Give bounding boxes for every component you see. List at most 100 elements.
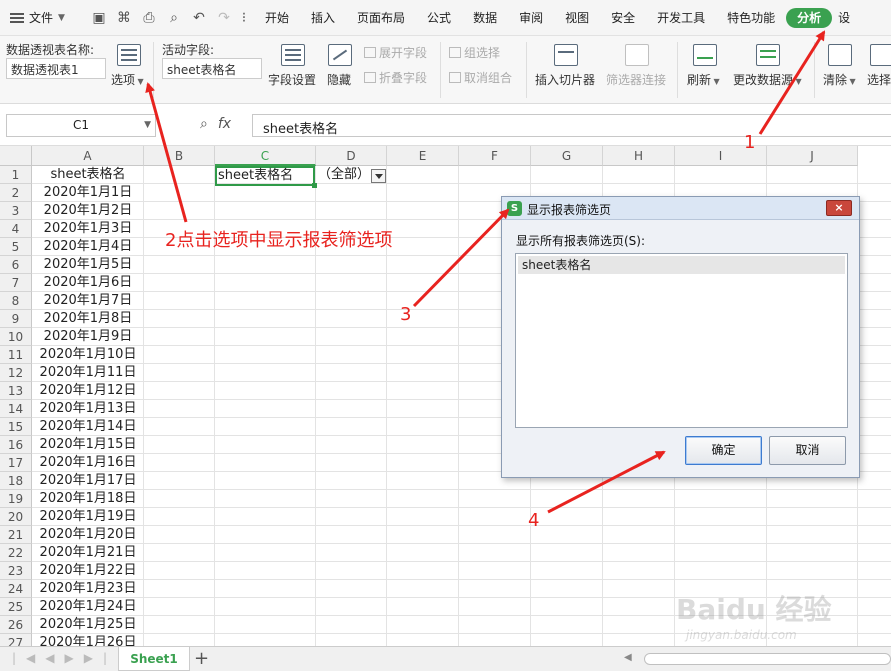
column-header-f[interactable]: F bbox=[459, 146, 531, 166]
cell-a[interactable]: 2020年1月5日 bbox=[32, 256, 144, 274]
row-header[interactable]: 1 bbox=[0, 166, 32, 184]
tab-special-features[interactable]: 特色功能 bbox=[716, 0, 786, 36]
select-button[interactable]: 选择 bbox=[867, 71, 891, 88]
column-header-d[interactable]: D bbox=[316, 146, 387, 166]
column-header-e[interactable]: E bbox=[387, 146, 459, 166]
tab-view[interactable]: 视图 bbox=[554, 0, 600, 36]
row-header[interactable]: 24 bbox=[0, 580, 32, 598]
cell-a[interactable]: 2020年1月23日 bbox=[32, 580, 144, 598]
collapse-field-button[interactable]: 折叠字段 bbox=[364, 69, 427, 86]
pivot-name-input[interactable]: 数据透视表1 bbox=[6, 58, 106, 79]
row-header[interactable]: 10 bbox=[0, 328, 32, 346]
column-header-g[interactable]: G bbox=[531, 146, 603, 166]
row-header[interactable]: 14 bbox=[0, 400, 32, 418]
column-header-c[interactable]: C bbox=[215, 146, 316, 166]
select-icon[interactable] bbox=[870, 44, 891, 66]
cell-a[interactable]: sheet表格名 bbox=[32, 166, 144, 184]
row-header[interactable]: 21 bbox=[0, 526, 32, 544]
name-box[interactable]: C1 ▼ bbox=[6, 114, 156, 137]
ok-button[interactable]: 确定 bbox=[685, 436, 762, 465]
cell-c1-selected[interactable]: sheet表格名 bbox=[215, 166, 317, 188]
insert-slicer-icon[interactable] bbox=[554, 44, 578, 66]
add-sheet-button[interactable]: + bbox=[194, 648, 209, 670]
tab-analyze[interactable]: 分析 bbox=[786, 7, 833, 28]
row-header[interactable]: 4 bbox=[0, 220, 32, 238]
row-header[interactable]: 26 bbox=[0, 616, 32, 634]
row-header[interactable]: 9 bbox=[0, 310, 32, 328]
tab-formulas[interactable]: 公式 bbox=[416, 0, 462, 36]
scroll-left-icon[interactable]: ◀ bbox=[624, 652, 632, 663]
save-icon[interactable]: ▣ bbox=[90, 10, 108, 26]
expand-field-button[interactable]: 展开字段 bbox=[364, 44, 427, 61]
row-header[interactable]: 13 bbox=[0, 382, 32, 400]
select-all-corner[interactable] bbox=[0, 146, 32, 166]
sheet-tab-sheet1[interactable]: Sheet1 bbox=[118, 647, 190, 671]
cell-a[interactable]: 2020年1月11日 bbox=[32, 364, 144, 382]
cell-a[interactable]: 2020年1月15日 bbox=[32, 436, 144, 454]
tab-home[interactable]: 开始 bbox=[254, 0, 300, 36]
row-header[interactable]: 16 bbox=[0, 436, 32, 454]
cell-a[interactable]: 2020年1月7日 bbox=[32, 292, 144, 310]
cell-a[interactable]: 2020年1月22日 bbox=[32, 562, 144, 580]
cell-a[interactable]: 2020年1月21日 bbox=[32, 544, 144, 562]
cell-a[interactable]: 2020年1月18日 bbox=[32, 490, 144, 508]
hide-button[interactable]: 隐藏 bbox=[327, 71, 351, 88]
cell-a[interactable]: 2020年1月26日 bbox=[32, 634, 144, 646]
refresh-icon[interactable] bbox=[693, 44, 717, 66]
row-header[interactable]: 20 bbox=[0, 508, 32, 526]
dialog-title-bar[interactable]: S 显示报表筛选页 × bbox=[502, 197, 859, 220]
cell-a[interactable]: 2020年1月4日 bbox=[32, 238, 144, 256]
fx-icon[interactable]: fx bbox=[218, 116, 231, 132]
cancel-button[interactable]: 取消 bbox=[769, 436, 846, 465]
ungroup-button[interactable]: 取消组合 bbox=[449, 69, 512, 86]
cell-a[interactable]: 2020年1月8日 bbox=[32, 310, 144, 328]
cell-a[interactable]: 2020年1月24日 bbox=[32, 598, 144, 616]
format-painter-icon[interactable]: ⌘ bbox=[115, 10, 133, 26]
formula-input[interactable]: sheet表格名 bbox=[252, 114, 891, 137]
column-header-a[interactable]: A bbox=[32, 146, 144, 166]
cell-a[interactable]: 2020年1月12日 bbox=[32, 382, 144, 400]
row-header[interactable]: 22 bbox=[0, 544, 32, 562]
group-selection-button[interactable]: 组选择 bbox=[449, 44, 500, 61]
filter-dropdown-icon[interactable] bbox=[371, 169, 386, 183]
cell-a[interactable]: 2020年1月14日 bbox=[32, 418, 144, 436]
column-header-j[interactable]: J bbox=[767, 146, 858, 166]
row-header[interactable]: 12 bbox=[0, 364, 32, 382]
row-header[interactable]: 27 bbox=[0, 634, 32, 646]
cell-a[interactable]: 2020年1月25日 bbox=[32, 616, 144, 634]
scrollbar-thumb[interactable] bbox=[644, 653, 891, 665]
insert-slicer-button[interactable]: 插入切片器 bbox=[535, 71, 595, 88]
list-item[interactable]: sheet表格名 bbox=[518, 256, 845, 274]
cell-a[interactable]: 2020年1月9日 bbox=[32, 328, 144, 346]
cell-a[interactable]: 2020年1月16日 bbox=[32, 454, 144, 472]
field-settings-icon[interactable] bbox=[281, 44, 305, 66]
refresh-button[interactable]: 刷新 ▼ bbox=[687, 71, 720, 88]
tab-data[interactable]: 数据 bbox=[462, 0, 508, 36]
tab-security[interactable]: 安全 bbox=[600, 0, 646, 36]
change-source-icon[interactable] bbox=[756, 44, 780, 66]
row-header[interactable]: 11 bbox=[0, 346, 32, 364]
column-header-h[interactable]: H bbox=[603, 146, 675, 166]
print-preview-icon[interactable]: ⌕ bbox=[165, 10, 183, 26]
undo-icon[interactable]: ↶ bbox=[190, 10, 208, 26]
cell-a[interactable]: 2020年1月2日 bbox=[32, 202, 144, 220]
options-icon[interactable] bbox=[117, 44, 141, 66]
row-header[interactable]: 7 bbox=[0, 274, 32, 292]
tab-developer[interactable]: 开发工具 bbox=[646, 0, 716, 36]
row-header[interactable]: 19 bbox=[0, 490, 32, 508]
print-icon[interactable]: ⎙ bbox=[140, 10, 158, 26]
tab-insert[interactable]: 插入 bbox=[300, 0, 346, 36]
row-header[interactable]: 2 bbox=[0, 184, 32, 202]
filter-connections-icon[interactable] bbox=[625, 44, 649, 66]
row-header[interactable]: 17 bbox=[0, 454, 32, 472]
tab-page-layout[interactable]: 页面布局 bbox=[346, 0, 416, 36]
row-header[interactable]: 25 bbox=[0, 598, 32, 616]
column-header-b[interactable]: B bbox=[144, 146, 215, 166]
sheet-nav-arrows[interactable]: |◀◀▶▶| bbox=[12, 651, 117, 665]
cell-a[interactable]: 2020年1月10日 bbox=[32, 346, 144, 364]
cell-a[interactable]: 2020年1月1日 bbox=[32, 184, 144, 202]
row-header[interactable]: 23 bbox=[0, 562, 32, 580]
more-icon[interactable]: ⁝ bbox=[240, 10, 248, 26]
filter-connections-button[interactable]: 筛选器连接 bbox=[606, 71, 666, 88]
redo-icon[interactable]: ↷ bbox=[215, 10, 233, 26]
